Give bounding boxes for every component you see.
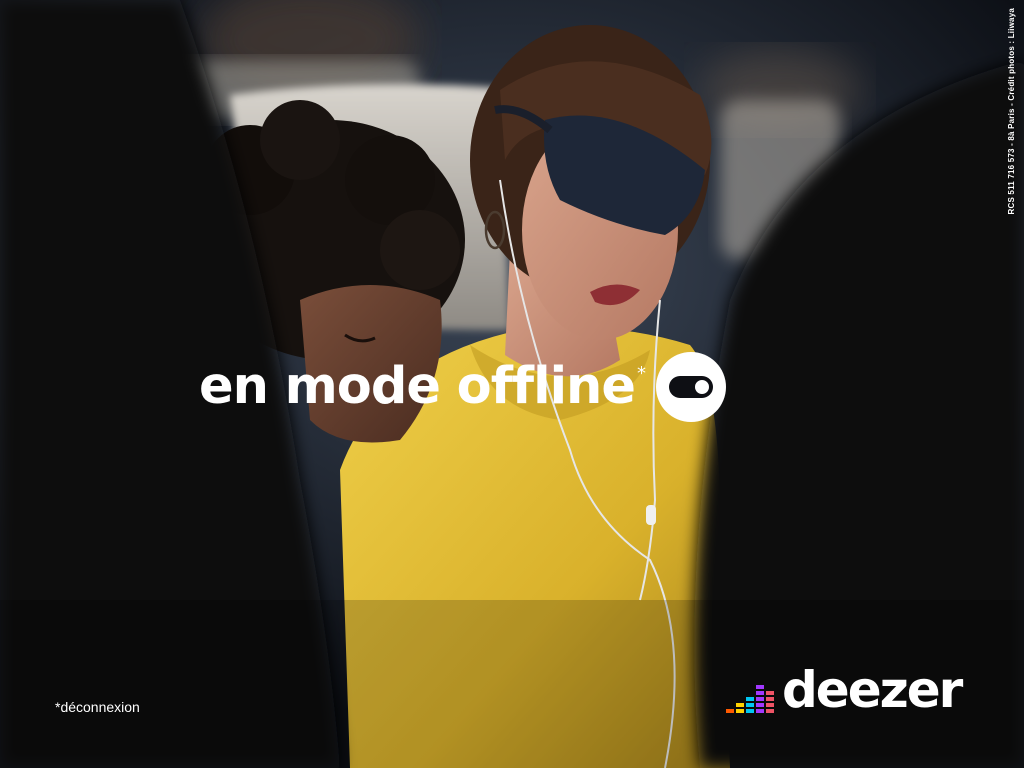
equalizer-block xyxy=(756,691,764,695)
logo-wordmark: deezer xyxy=(782,661,963,719)
equalizer-block xyxy=(746,697,754,701)
equalizer-block xyxy=(756,703,764,707)
equalizer-block xyxy=(746,709,754,713)
ad-poster: en mode offline * *déconnexion RCS 511 7… xyxy=(0,0,1024,768)
equalizer-icon xyxy=(726,685,774,713)
headline-asterisk: * xyxy=(636,362,646,384)
headline: en mode offline * xyxy=(199,352,726,422)
equalizer-block xyxy=(766,709,774,713)
equalizer-block xyxy=(756,685,764,689)
equalizer-block xyxy=(736,709,744,713)
toggle-switch-icon xyxy=(655,352,726,422)
equalizer-block xyxy=(736,703,744,707)
headline-text: en mode offline xyxy=(199,357,636,416)
equalizer-block xyxy=(756,709,764,713)
equalizer-block xyxy=(746,703,754,707)
deezer-logo: deezer xyxy=(726,661,963,719)
footnote: *déconnexion xyxy=(55,699,140,715)
equalizer-block xyxy=(766,697,774,701)
equalizer-block xyxy=(766,691,774,695)
equalizer-block xyxy=(766,703,774,707)
toggle-knob xyxy=(694,380,709,394)
equalizer-block xyxy=(756,697,764,701)
equalizer-block xyxy=(726,709,734,713)
toggle-track xyxy=(668,376,713,398)
credit-line: RCS 511 716 573 - 8à Paris - Crédit phot… xyxy=(1007,8,1016,215)
